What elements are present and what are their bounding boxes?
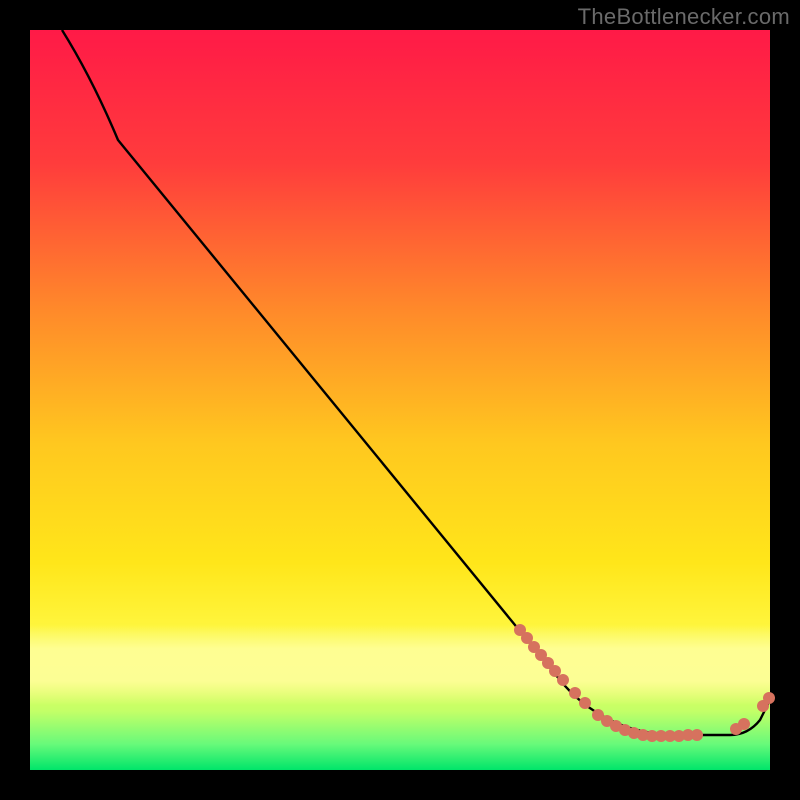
highlight-band: [30, 625, 770, 705]
watermark-text: TheBottlenecker.com: [578, 4, 790, 30]
chart-root: TheBottlenecker.com: [0, 0, 800, 800]
chart-svg: [0, 0, 800, 800]
